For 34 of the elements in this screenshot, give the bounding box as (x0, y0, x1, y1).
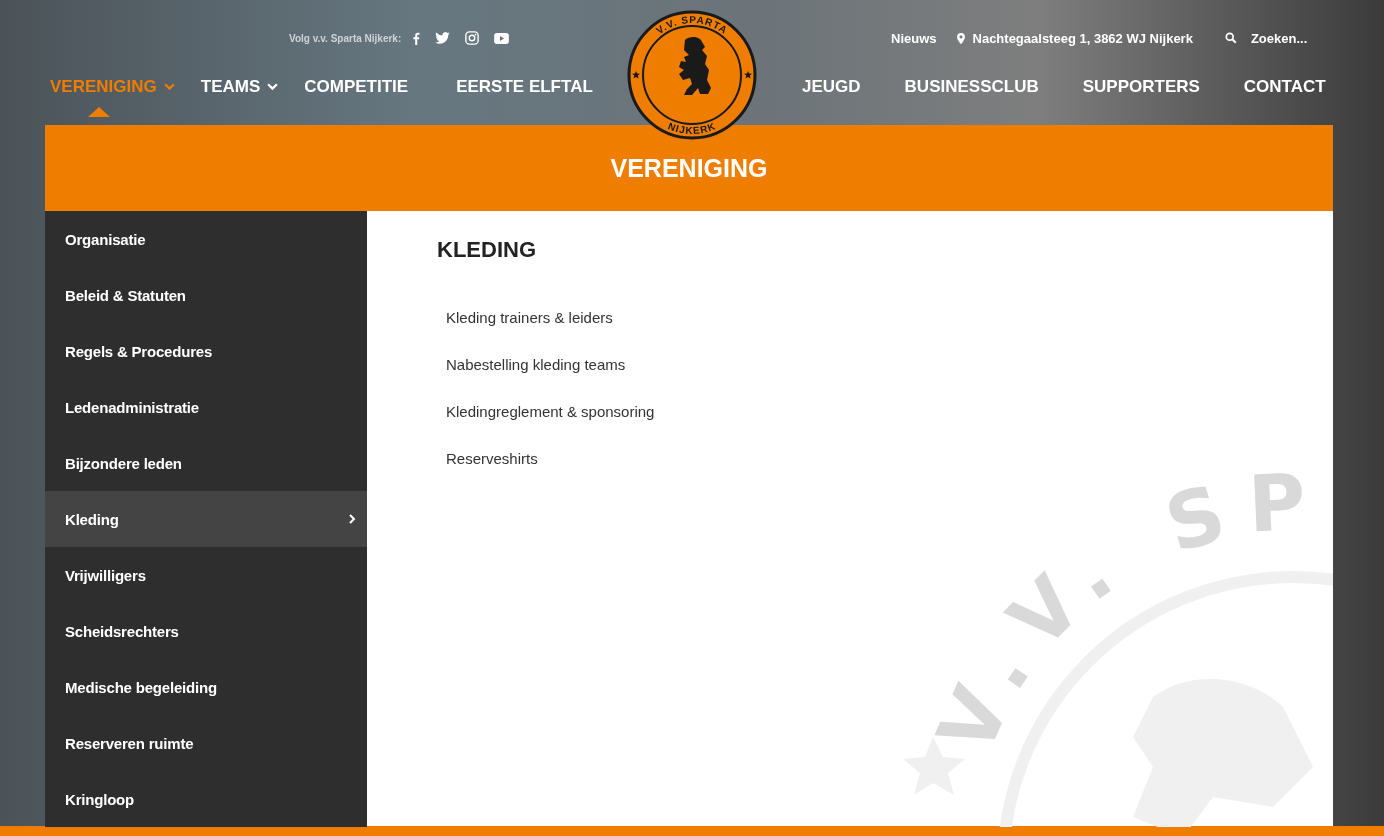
sidebar-item[interactable]: Ledenadministratie (45, 379, 367, 435)
nav-link[interactable]: SUPPORTERS (1082, 77, 1200, 97)
sidebar-item[interactable]: Regels & Procedures (45, 323, 367, 379)
menu-link[interactable]: Kledingreglement & sponsoring (446, 403, 655, 420)
twitter-bird-icon[interactable] (435, 32, 451, 44)
nav-link[interactable]: COMPETITIE (304, 77, 409, 97)
sidebar-item[interactable]: Vrijwilligers (45, 547, 367, 603)
sidebar-item[interactable]: Scheidsrechters (45, 603, 367, 659)
sidebar-item[interactable]: Organisatie (45, 211, 367, 267)
facebook-icon[interactable] (412, 31, 421, 45)
nav-link[interactable]: TEAMS (200, 77, 261, 97)
youtube-icon[interactable] (494, 32, 510, 44)
news-link[interactable]: Nieuws (891, 30, 937, 46)
sidebar-item[interactable]: Medische begeleiding (45, 659, 367, 715)
menu-link[interactable]: Reserveshirts (446, 450, 538, 467)
map-pin-icon (956, 32, 965, 44)
nav-link[interactable]: EERSTE ELFTAL (456, 77, 593, 97)
nav-link[interactable]: JEUGD (802, 77, 861, 97)
menu-link[interactable]: Nabestelling kleding teams (446, 356, 626, 373)
nav-link[interactable]: BUSINESSCLUB (904, 77, 1039, 97)
follow-label: Volg v.v. Sparta Nijkerk: (289, 32, 402, 44)
menu-link[interactable]: Kleding trainers & leiders (446, 309, 613, 326)
search-icon[interactable] (1224, 32, 1237, 44)
instagram-icon[interactable] (465, 31, 480, 45)
sidebar-item[interactable]: Reserveren ruimte (45, 715, 367, 771)
address-text: Nachtegaalsteeg 1, 3862 WJ Nijkerk (972, 30, 1193, 46)
sidebar-item[interactable]: Kleding (45, 491, 367, 547)
chevron-right-icon (349, 514, 356, 524)
section-heading: KLEDING (437, 237, 537, 263)
sidebar-item[interactable]: Kringloop (45, 771, 367, 827)
nav-link[interactable]: CONTACT (1243, 77, 1326, 97)
sidebar-item[interactable]: Bijzondere leden (45, 435, 367, 491)
search-field[interactable]: Zoeken... (1250, 30, 1321, 46)
sidebar-item[interactable]: Beleid & Statuten (45, 267, 367, 323)
